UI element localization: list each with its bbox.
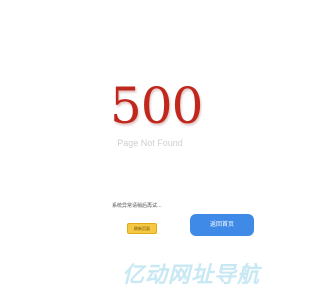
retry-message: 系统异常请稍后再试... [112, 203, 162, 209]
home-button[interactable]: 返回首页 [190, 214, 254, 236]
error-subtitle: Page Not Found [117, 138, 183, 148]
site-logo-watermark: 亿动网址导航 [122, 263, 261, 288]
error-code: 500 [110, 77, 203, 135]
error-page: 500 Page Not Found 系统异常请稍后再试... 刷新页面 返回首… [0, 0, 300, 300]
refresh-button[interactable]: 刷新页面 [127, 223, 157, 234]
